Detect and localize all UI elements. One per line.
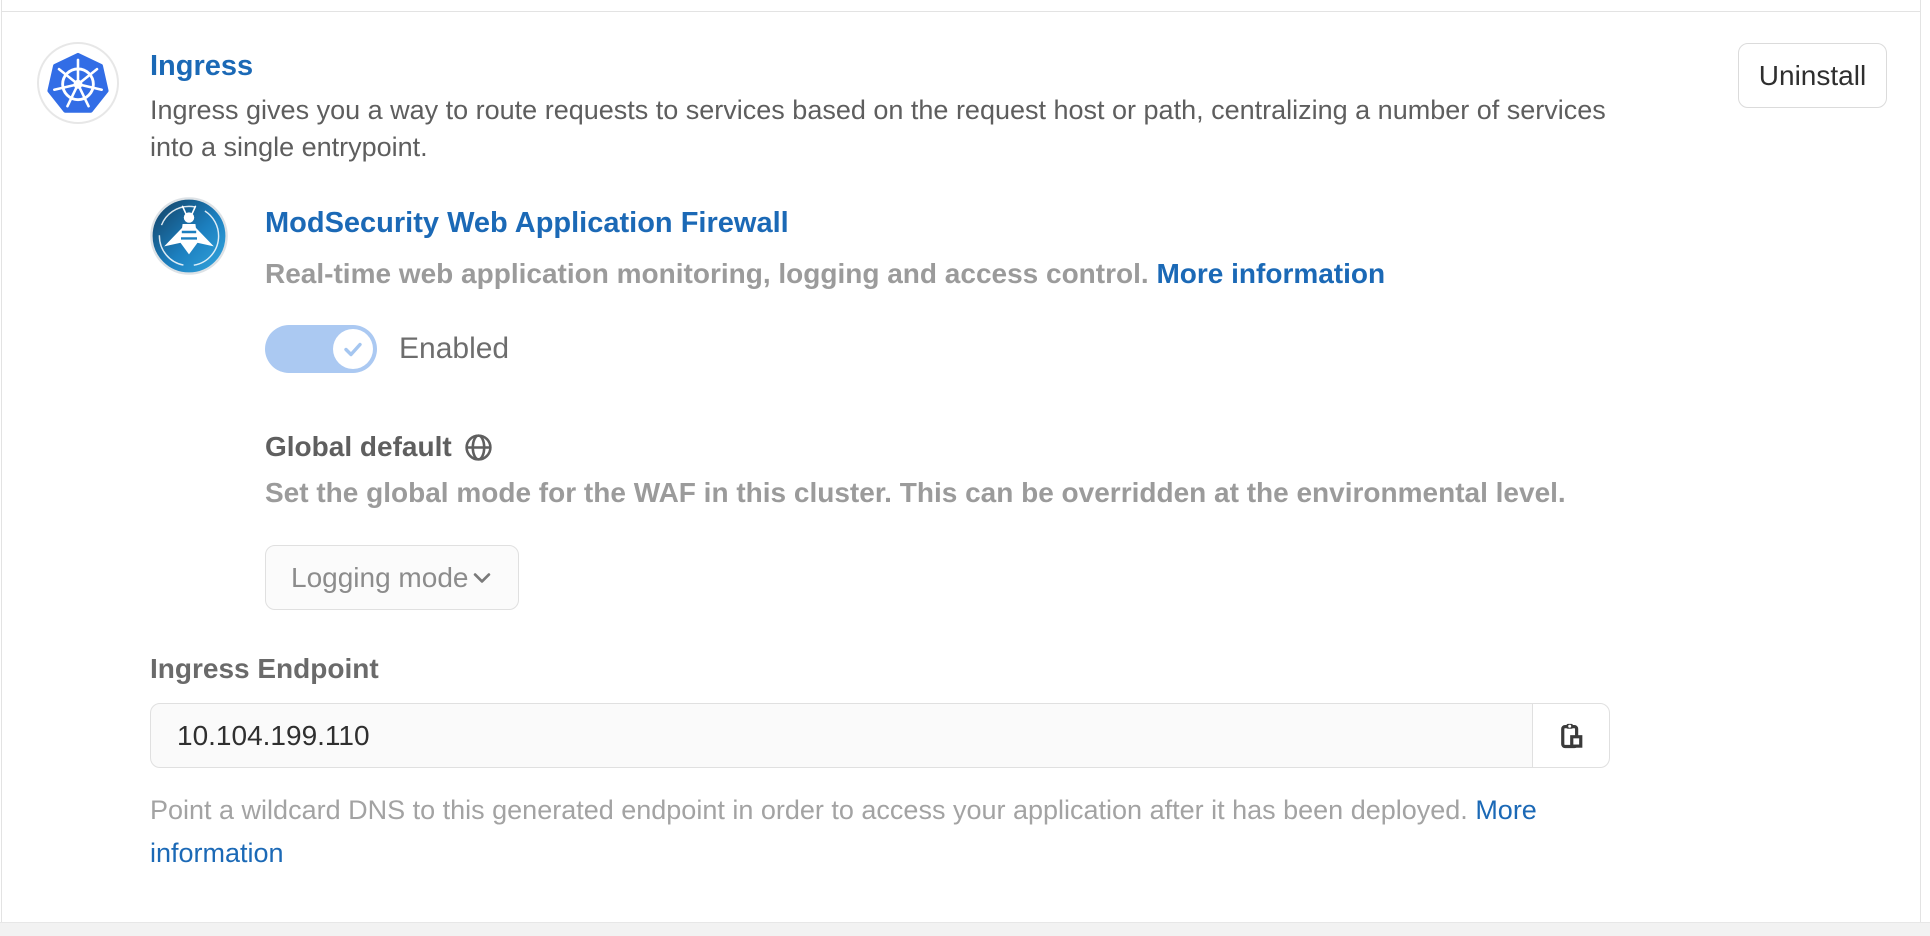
cluster-applications-panel: Ingress Ingress gives you a way to route… <box>0 0 1930 936</box>
chevron-down-icon <box>471 567 493 589</box>
ingress-endpoint-help: Point a wildcard DNS to this generated e… <box>150 789 1655 875</box>
card-right-border <box>1920 0 1921 922</box>
toggle-state-label: Enabled <box>399 332 509 366</box>
ingress-endpoint-label: Ingress Endpoint <box>150 653 379 685</box>
card-top-border <box>2 11 1921 12</box>
ingress-title-link[interactable]: Ingress <box>150 50 253 83</box>
kubernetes-logo-icon <box>37 42 119 124</box>
ingress-endpoint-input[interactable] <box>150 703 1533 768</box>
toggle-knob <box>333 329 373 369</box>
global-default-text: Global default <box>265 431 452 463</box>
waf-mode-dropdown[interactable]: Logging mode <box>265 545 519 610</box>
ingress-endpoint-group <box>150 703 1610 768</box>
clipboard-copy-icon <box>1556 721 1586 751</box>
ingress-description: Ingress gives you a way to route request… <box>150 92 1610 166</box>
uninstall-button[interactable]: Uninstall <box>1738 43 1887 108</box>
next-section-edge <box>0 922 1930 936</box>
modsecurity-more-information-link[interactable]: More information <box>1156 258 1385 289</box>
check-icon <box>341 337 365 361</box>
endpoint-help-text: Point a wildcard DNS to this generated e… <box>150 795 1468 825</box>
global-default-label: Global default <box>265 431 494 463</box>
modsecurity-enabled-toggle[interactable] <box>265 325 377 373</box>
modsecurity-title-link[interactable]: ModSecurity Web Application Firewall <box>265 207 789 240</box>
card-left-border <box>1 0 2 922</box>
globe-icon <box>463 432 494 463</box>
modsecurity-toggle-row: Enabled <box>265 325 509 373</box>
global-default-description: Set the global mode for the WAF in this … <box>265 477 1566 509</box>
modsecurity-logo-icon <box>149 196 229 276</box>
waf-mode-selected-value: Logging mode <box>291 562 468 594</box>
copy-endpoint-button[interactable] <box>1532 703 1610 768</box>
modsecurity-description: Real-time web application monitoring, lo… <box>265 258 1385 290</box>
modsecurity-description-text: Real-time web application monitoring, lo… <box>265 258 1149 289</box>
